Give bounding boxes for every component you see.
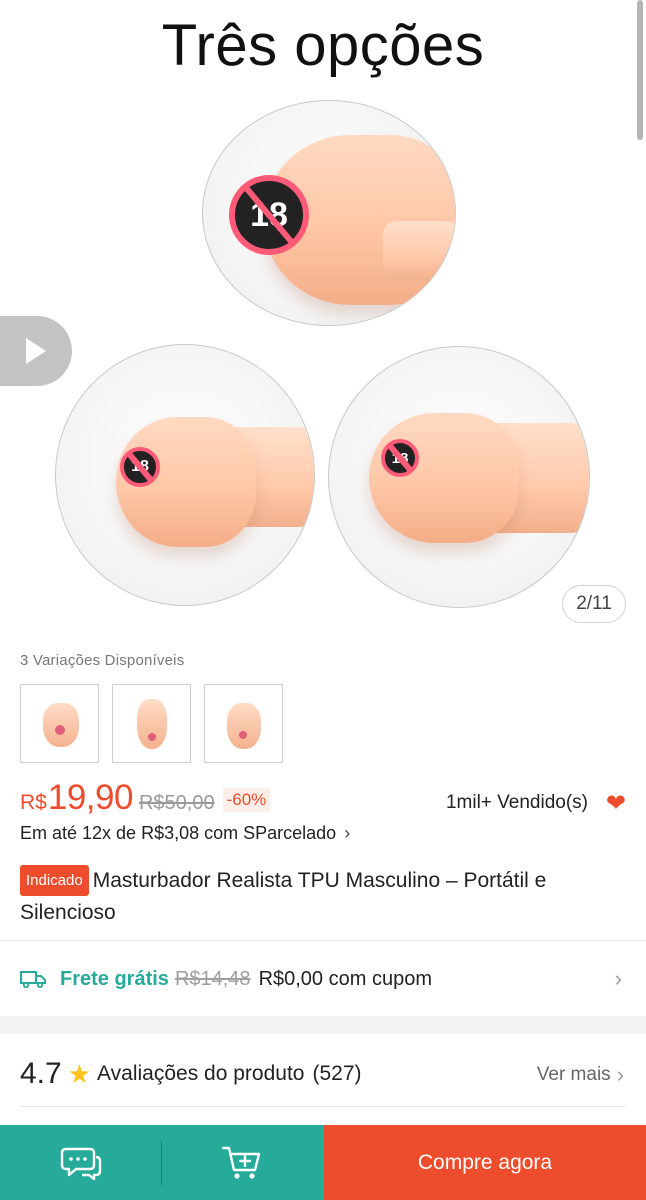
price-value: 19,90 (47, 778, 134, 817)
gallery-title: Três opções (161, 13, 485, 78)
heart-icon[interactable]: ❤ (606, 792, 626, 816)
installment-link[interactable]: Em até 12x de R$3,08 com SParcelado › (20, 823, 350, 844)
free-shipping-label: Frete grátis (60, 967, 169, 990)
variation-thumb[interactable] (112, 684, 191, 763)
product-shape (383, 221, 455, 281)
divider (20, 1106, 626, 1107)
product-shape (137, 699, 167, 749)
product-image-top: 18 (202, 100, 456, 326)
sold-count: 1mil+ Vendido(s) (445, 792, 588, 813)
see-more-label: Ver mais (536, 1064, 611, 1085)
shipping-old-price: R$14,48 (174, 967, 251, 990)
add-to-cart-button[interactable] (161, 1125, 322, 1200)
age-18-badge-icon: 18 (381, 439, 419, 477)
chevron-right-icon: › (616, 1062, 624, 1087)
original-price: R$50,00 (138, 792, 215, 814)
reviews-row[interactable]: 4.7 ★ Avaliações do produto (527) Ver ma… (20, 1056, 626, 1092)
scrollbar-thumb[interactable] (637, 0, 643, 140)
age-18-badge-icon (55, 725, 65, 735)
separator (161, 1141, 162, 1185)
play-icon (26, 338, 46, 364)
add-to-cart-icon (221, 1146, 260, 1179)
variation-thumb[interactable] (20, 684, 99, 763)
product-image-right: 18 (328, 346, 590, 608)
recommended-tag: Indicado (20, 865, 89, 896)
buy-now-button[interactable]: Compre agora (324, 1125, 646, 1200)
reviews-label: Avaliações do produto (97, 1062, 305, 1085)
price-row: R$ 19,90 R$50,00 -60% (20, 778, 271, 818)
shipping-row[interactable]: Frete grátis R$14,48 R$0,00 com cupom › (20, 962, 626, 996)
play-video-button[interactable] (0, 316, 72, 386)
chat-icon (60, 1147, 101, 1180)
reviews-count: (527) (312, 1062, 362, 1085)
truck-icon (20, 971, 46, 988)
see-more-link[interactable]: Ver mais › (537, 1062, 624, 1088)
variation-thumbnails (20, 684, 283, 763)
product-shape (369, 413, 519, 543)
age-18-badge-icon (239, 731, 247, 739)
age-18-badge-icon (148, 733, 156, 741)
image-counter: 2/11 (562, 585, 626, 623)
variations-label: 3 Variações Disponíveis (20, 652, 185, 669)
rating-value: 4.7 (20, 1057, 62, 1090)
product-title-text: Masturbador Realista TPU Masculino – Por… (20, 869, 547, 924)
bottom-bar-left (0, 1125, 324, 1200)
product-image-gallery[interactable]: Três opções 18 18 18 2/11 (0, 0, 646, 640)
product-page: Três opções 18 18 18 2/11 3 Variações Di… (0, 0, 646, 1200)
age-18-badge-icon: 18 (229, 175, 309, 255)
bottom-action-bar: Compre agora (0, 1125, 646, 1200)
chat-button[interactable] (0, 1125, 161, 1200)
section-divider (0, 1016, 646, 1034)
price-currency: R$ (20, 791, 47, 814)
chevron-right-icon: › (344, 823, 351, 843)
product-title: Indicado Masturbador Realista TPU Masculi… (20, 865, 630, 927)
product-image-left: 18 (55, 344, 315, 606)
installment-text: Em até 12x de R$3,08 com SParcelado (20, 823, 337, 843)
divider (0, 940, 646, 941)
variation-thumb[interactable] (204, 684, 283, 763)
age-18-badge-icon: 18 (120, 447, 160, 487)
discount-badge: -60% (222, 788, 271, 812)
chevron-right-icon: › (614, 966, 622, 991)
star-icon: ★ (67, 1058, 92, 1089)
product-shape (227, 703, 261, 749)
shipping-new-price: R$0,00 com cupom (258, 967, 432, 990)
